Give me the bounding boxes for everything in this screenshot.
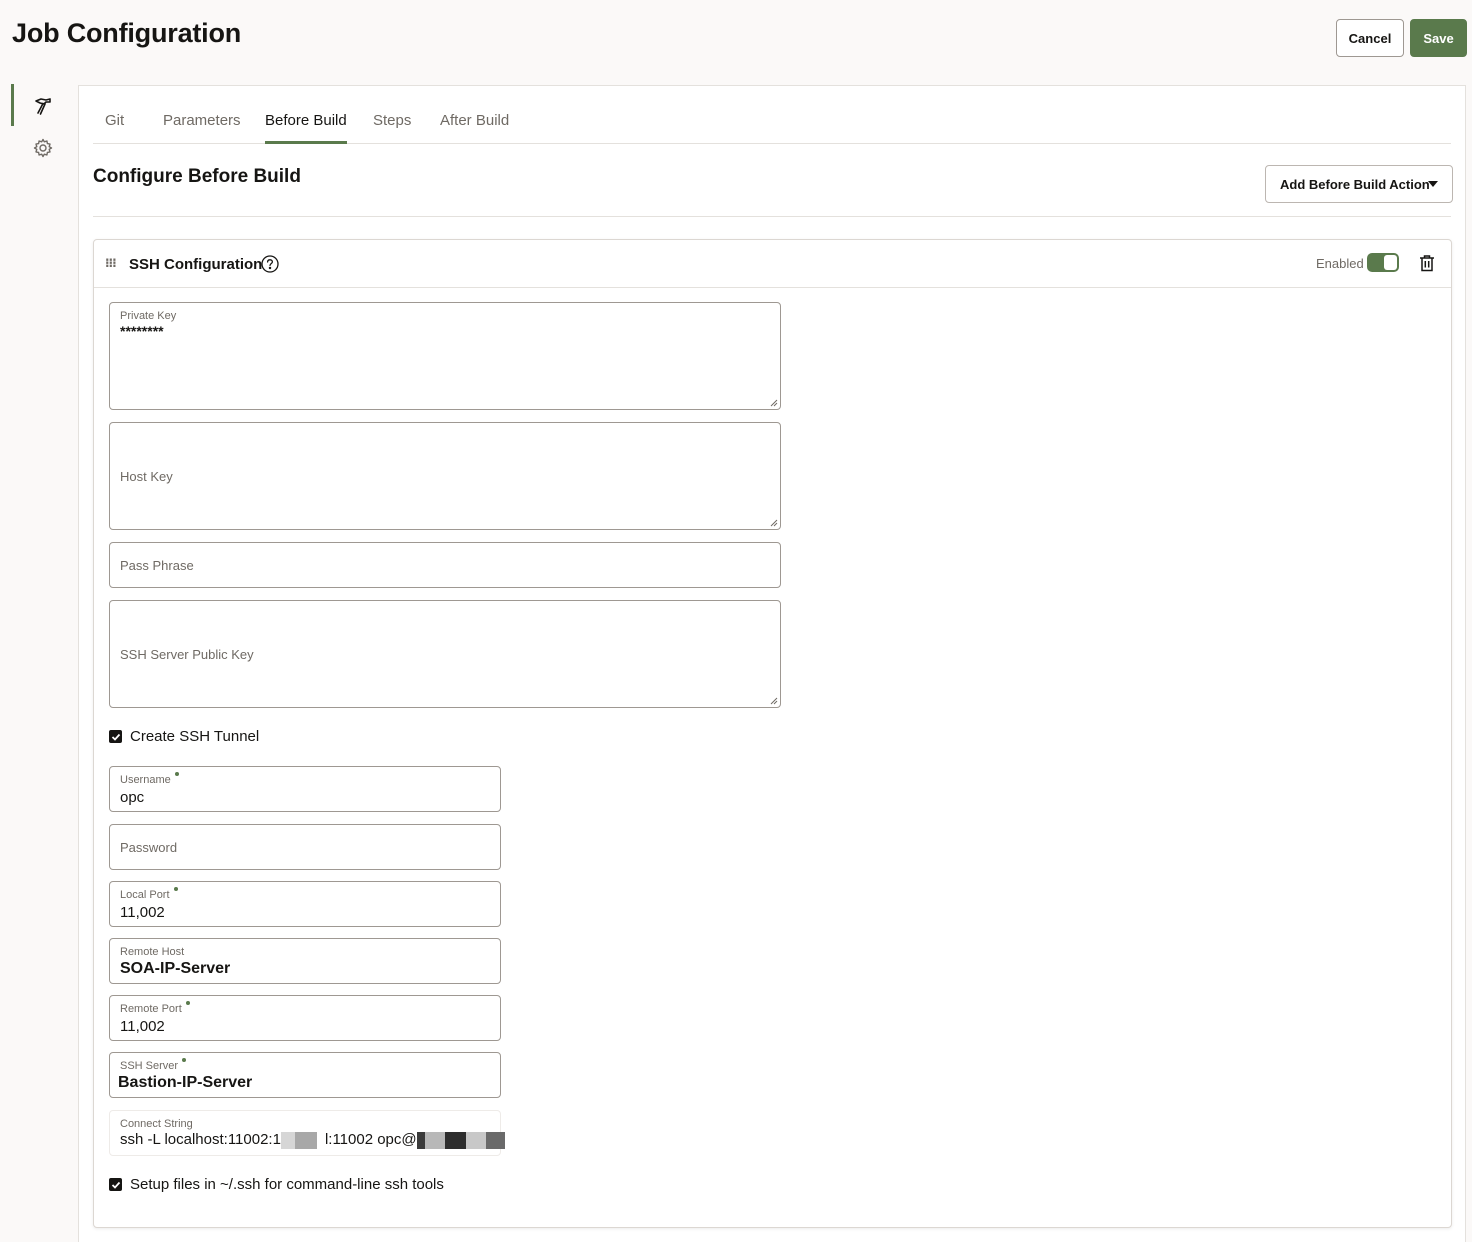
caret-down-icon bbox=[1428, 181, 1438, 187]
local-port-input[interactable]: Local Port 11,002 bbox=[109, 881, 501, 927]
save-button[interactable]: Save bbox=[1410, 19, 1467, 57]
ssh-server-value: Bastion-IP-Server bbox=[118, 1074, 253, 1091]
tab-parameters[interactable]: Parameters bbox=[163, 112, 241, 144]
ssh-server-label-text: SSH Server bbox=[120, 1060, 179, 1072]
remote-host-label: Remote Host bbox=[120, 946, 185, 958]
enabled-label: Enabled bbox=[1316, 256, 1364, 271]
enabled-toggle[interactable] bbox=[1367, 253, 1399, 272]
username-value: opc bbox=[120, 789, 145, 806]
connect-string-prefix: ssh -L localhost:11002:1 bbox=[120, 1131, 281, 1148]
resize-handle-icon[interactable] bbox=[770, 399, 778, 407]
required-indicator bbox=[173, 887, 178, 891]
ssh-server-public-key-textarea[interactable]: SSH Server Public Key bbox=[109, 600, 781, 708]
local-port-value: 11,002 bbox=[120, 904, 165, 921]
remote-host-value: SOA-IP-Server bbox=[120, 960, 231, 977]
trash-icon[interactable] bbox=[1419, 254, 1435, 277]
redacted-block bbox=[424, 1131, 445, 1149]
add-action-label: Add Before Build Action bbox=[1280, 176, 1430, 192]
tab-git[interactable]: Git bbox=[105, 112, 124, 144]
card-header: ⁝⁝⁝ SSH Configuration Enabled bbox=[94, 240, 1451, 288]
hammer-icon[interactable] bbox=[32, 95, 54, 117]
card-title: SSH Configuration bbox=[129, 256, 263, 273]
setup-files-checkbox[interactable]: Setup files in ~/.ssh for command-line s… bbox=[109, 1176, 444, 1193]
toggle-knob bbox=[1384, 255, 1397, 270]
page-title: Job Configuration bbox=[12, 18, 242, 48]
required-indicator bbox=[174, 772, 179, 776]
ssh-server-public-key-label: SSH Server Public Key bbox=[120, 647, 254, 662]
host-key-textarea[interactable]: Host Key bbox=[109, 422, 781, 530]
tab-before-build[interactable]: Before Build bbox=[265, 112, 347, 144]
remote-port-input[interactable]: Remote Port 11,002 bbox=[109, 995, 501, 1041]
add-before-build-action-button[interactable]: Add Before Build Action bbox=[1265, 165, 1453, 203]
content-panel: Git Parameters Before Build Steps After … bbox=[78, 85, 1466, 1242]
connect-string-field: Connect String ssh -L localhost:11002:1 l… bbox=[109, 1110, 505, 1156]
resize-handle-icon[interactable] bbox=[770, 697, 778, 705]
help-icon[interactable] bbox=[261, 255, 279, 278]
cancel-button[interactable]: Cancel bbox=[1336, 19, 1404, 57]
remote-port-value: 11,002 bbox=[120, 1018, 165, 1035]
redacted-block bbox=[280, 1131, 295, 1149]
create-ssh-tunnel-label: Create SSH Tunnel bbox=[130, 728, 260, 745]
password-input[interactable]: Password bbox=[109, 824, 501, 870]
gear-icon[interactable] bbox=[32, 137, 54, 159]
connect-string-middle: l:11002 opc@ bbox=[324, 1131, 417, 1148]
required-indicator bbox=[185, 1001, 190, 1005]
checkbox-checked-icon bbox=[109, 1178, 122, 1191]
local-port-label: Local Port bbox=[120, 887, 178, 901]
setup-files-label: Setup files in ~/.ssh for command-line s… bbox=[130, 1176, 444, 1193]
required-indicator bbox=[182, 1058, 187, 1062]
redacted-block bbox=[444, 1131, 466, 1149]
tab-steps[interactable]: Steps bbox=[373, 112, 411, 144]
private-key-textarea[interactable]: Private Key ******** bbox=[109, 302, 781, 410]
pass-phrase-label: Pass Phrase bbox=[120, 558, 194, 573]
redacted-block bbox=[416, 1131, 425, 1149]
host-key-label: Host Key bbox=[120, 469, 173, 484]
ssh-configuration-card: ⁝⁝⁝ SSH Configuration Enabled Private Ke… bbox=[93, 239, 1452, 1228]
local-port-label-text: Local Port bbox=[120, 889, 170, 901]
section-title: Configure Before Build bbox=[93, 166, 301, 187]
tab-after-build[interactable]: After Build bbox=[440, 112, 509, 144]
tab-bar: Git Parameters Before Build Steps After … bbox=[93, 100, 1451, 144]
private-key-label: Private Key bbox=[120, 310, 177, 322]
redacted-block bbox=[485, 1131, 505, 1149]
ssh-server-label: SSH Server bbox=[120, 1058, 187, 1072]
username-label-text: Username bbox=[120, 774, 171, 786]
username-label: Username bbox=[120, 772, 179, 786]
remote-port-label: Remote Port bbox=[120, 1001, 190, 1015]
drag-handle-icon[interactable]: ⁝⁝⁝ bbox=[105, 257, 117, 269]
remote-port-label-text: Remote Port bbox=[120, 1003, 182, 1015]
remote-host-input[interactable]: Remote Host SOA-IP-Server bbox=[109, 938, 501, 984]
resize-handle-icon[interactable] bbox=[770, 519, 778, 527]
password-label: Password bbox=[120, 840, 178, 855]
connect-string-value: ssh -L localhost:11002:1 l:11002 opc@ bbox=[120, 1131, 505, 1149]
sidenav-active-indicator bbox=[11, 84, 14, 126]
ssh-server-input[interactable]: SSH Server Bastion-IP-Server bbox=[109, 1052, 501, 1098]
pass-phrase-input[interactable]: Pass Phrase bbox=[109, 542, 781, 588]
create-ssh-tunnel-checkbox[interactable]: Create SSH Tunnel bbox=[109, 728, 259, 745]
redacted-block bbox=[465, 1131, 486, 1149]
connect-string-label: Connect String bbox=[120, 1118, 193, 1130]
private-key-value: ******** bbox=[120, 323, 164, 339]
username-input[interactable]: Username opc bbox=[109, 766, 501, 812]
section-divider bbox=[93, 216, 1451, 217]
checkbox-checked-icon bbox=[109, 730, 122, 743]
redacted-block bbox=[294, 1131, 317, 1149]
